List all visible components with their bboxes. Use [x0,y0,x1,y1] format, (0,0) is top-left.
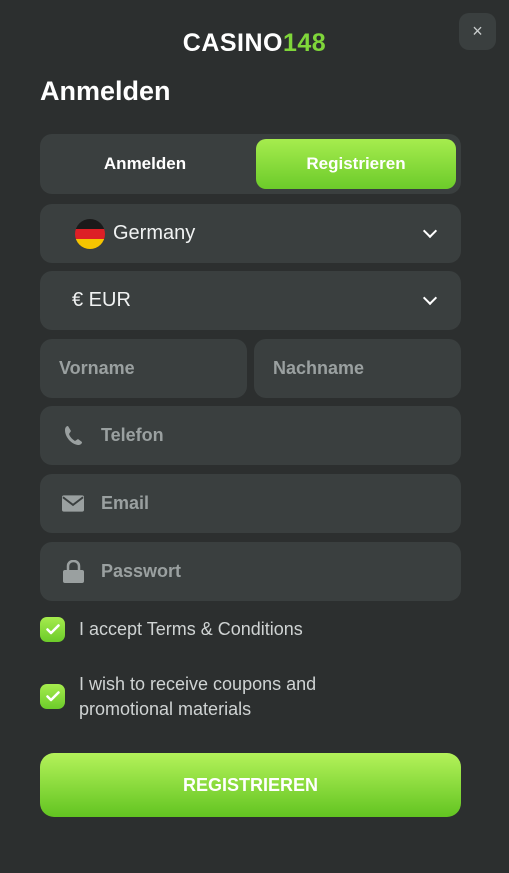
register-submit-button[interactable]: REGISTRIEREN [40,753,461,817]
tab-login[interactable]: Anmelden [45,139,245,189]
auth-tabs: Anmelden Registrieren [40,134,461,194]
promo-label-line2: promotional materials [79,699,252,719]
checkmark-icon [45,624,60,635]
phone-icon [62,425,84,447]
tab-register[interactable]: Registrieren [256,139,456,189]
chevron-down-icon [422,290,438,306]
mail-icon [62,493,84,515]
close-icon: × [472,21,483,41]
password-placeholder: Passwort [101,561,182,581]
password-field[interactable]: Passwort [40,542,461,601]
casino-logo: CASINO148 [0,29,509,58]
lock-icon [62,560,84,583]
promo-label-line1: I wish to receive coupons and [79,674,317,694]
chevron-down-icon [422,223,438,239]
terms-checkbox[interactable] [40,617,65,642]
first-name-field[interactable]: Vorname [40,339,247,398]
registration-modal: CASINO148 × Anmelden Anmelden Registrier… [0,0,509,873]
first-name-placeholder: Vorname [59,358,135,378]
last-name-field[interactable]: Nachname [254,339,461,398]
close-button[interactable]: × [459,13,496,50]
promo-checkbox-row: I wish to receive coupons and promotiona… [40,672,316,722]
email-field[interactable]: Email [40,474,461,533]
promo-checkbox[interactable] [40,684,65,709]
currency-value: € EUR [72,289,131,311]
logo-text: CASINO [182,29,283,57]
germany-flag-icon [75,218,105,249]
page-title: Anmelden [40,76,171,106]
last-name-placeholder: Nachname [273,358,365,378]
currency-select[interactable]: € EUR [40,271,461,330]
logo-number: 148 [283,29,327,57]
terms-label: I accept Terms & Conditions [79,619,303,639]
promo-label: I wish to receive coupons and promotiona… [79,672,316,722]
checkmark-icon [45,691,60,702]
phone-placeholder: Telefon [101,425,164,445]
phone-field[interactable]: Telefon [40,406,461,465]
email-placeholder: Email [101,493,150,513]
terms-checkbox-row: I accept Terms & Conditions [40,617,303,642]
country-select[interactable]: Germany [40,204,461,263]
country-value: Germany [113,222,196,244]
